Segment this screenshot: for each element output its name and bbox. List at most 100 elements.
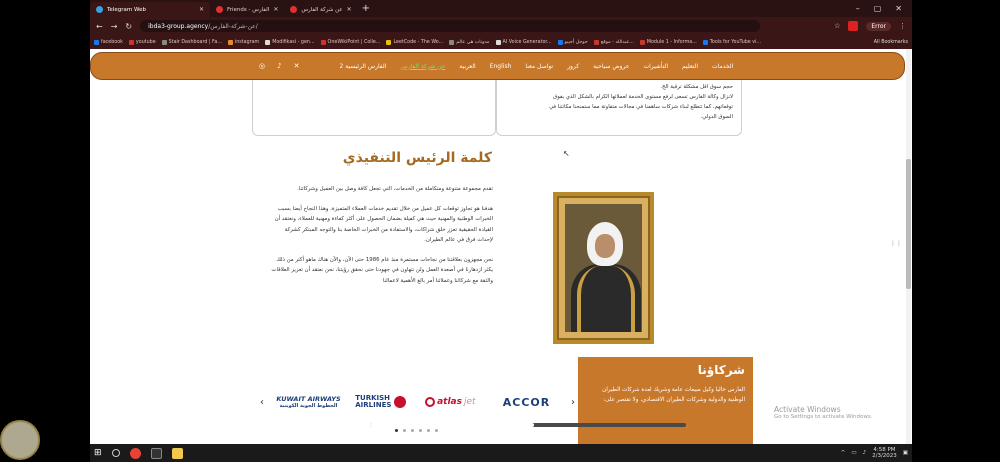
site-icon [449,39,455,45]
bookmark-item[interactable]: facebook [94,39,123,45]
about-line: توقعاتهم، كما تتطلع لبناء شركات ساهمنا ف… [549,104,733,110]
atlasjet-logo: atlas jet [419,387,482,417]
all-bookmarks-button[interactable]: All Bookmarks [874,40,908,45]
bookmark-item[interactable]: OneWikiPoint | Colle... [320,39,380,45]
nav-item[interactable]: التعليم [682,63,698,70]
carousel-prev-icon[interactable]: ‹ [260,397,264,408]
nav-item[interactable]: كروز [567,63,579,70]
carousel-dot[interactable] [411,429,414,432]
nav-item[interactable]: عروض سياحية [593,63,629,70]
menu-icon[interactable]: ⋮ [899,22,906,30]
site-icon [495,39,501,45]
bookmark-item[interactable]: عبدالله - موقع... [593,39,634,45]
carousel-dots [395,429,438,432]
carousel-dot[interactable] [403,429,406,432]
extension-icon[interactable] [848,21,859,31]
profile-error-button[interactable]: Error [866,21,891,31]
logo-text: ACCOR [502,395,551,409]
toolbar-right: ☆ Error ⋮ [834,21,906,31]
star-icon[interactable]: ☆ [834,22,840,30]
portrait-trim [577,266,635,332]
bookmark-item[interactable]: مدونات هي عالم [449,39,490,45]
bookmark-item[interactable]: instagram [227,39,259,45]
page-scrollbar[interactable] [906,49,911,444]
tab-telegram[interactable]: Telegram Web ✕ [90,2,210,17]
portrait-image [565,204,642,332]
tiktok-icon[interactable]: ♪ [277,62,281,70]
leetcode-icon [386,39,392,45]
screen: Telegram Web ✕ Friends - الفارس ✕ عن شرك… [90,0,912,462]
windows-start-icon[interactable]: ⊞ [94,448,102,458]
logo-text: atlas [437,397,462,407]
left-letterbox [0,0,90,462]
site-navbar: ◎ ♪ ✕ الفارس الرئيسية 2 عن شركة الفارس ا… [90,52,905,80]
network-icon[interactable]: ▭ [851,450,856,456]
bookmark-item[interactable]: Stair Dashboard | Fa... [161,39,222,45]
turkish-bird-icon [394,396,407,408]
bookmark-item[interactable]: Modifikasi - gen... [265,39,315,45]
chevron-up-icon[interactable]: ^ [841,450,846,456]
video-progress-fill [370,423,535,427]
bookmark-label: Tools for YouTube vi... [709,39,762,45]
about-card-left [252,80,496,136]
twitter-icon[interactable]: ✕ [294,62,300,70]
close-icon[interactable]: ✕ [347,6,352,13]
notification-icon[interactable]: ▣ [903,450,908,456]
bookmark-item[interactable]: Module 1 - Informa... [639,39,697,45]
volume-icon[interactable]: ♪ [863,450,867,456]
bookmark-label: جوجل أجيبو [564,39,588,45]
new-tab-button[interactable]: + [362,3,370,14]
logo-text: KUWAIT AIRWAYS [276,395,341,403]
nav-item-current[interactable]: عن شركة الفارس [400,63,445,70]
carousel-next-icon[interactable]: › [571,397,575,408]
forward-icon[interactable]: → [111,22,118,31]
folder-icon[interactable] [171,447,183,459]
chrome-icon[interactable] [129,447,141,459]
tab-friends[interactable]: Friends - الفارس ✕ [210,2,284,17]
nav-item[interactable]: العربية [459,63,475,70]
portrait-face [595,234,615,258]
carousel-dot[interactable] [427,429,430,432]
carousel-dot[interactable] [395,429,398,432]
nav-item[interactable]: الخدمات [712,63,733,70]
nav-item[interactable]: English [490,63,512,70]
nav-item[interactable]: الفارس الرئيسية 2 [339,63,386,70]
clock[interactable]: 4:58 PM 2/3/2023 [872,447,897,459]
drag-handle-icon[interactable]: ⋮⋮ [890,240,902,252]
url-field[interactable]: ibda3-group.agency/عن-شركة-الفارس/ [140,20,761,32]
scrollbar-thumb[interactable] [906,159,911,289]
system-tray: ^ ▭ ♪ 4:58 PM 2/3/2023 ▣ [841,447,908,459]
bookmark-item[interactable]: جوجل أجيبو [557,39,588,45]
turkish-airlines-logo: TURKISH AIRLINES [353,387,409,417]
instagram-icon[interactable]: ◎ [259,62,265,70]
minimize-icon[interactable]: – [856,4,860,13]
close-icon[interactable]: ✕ [273,6,278,13]
maximize-icon[interactable]: ▢ [874,4,882,13]
carousel-dot[interactable] [435,429,438,432]
back-icon[interactable]: ← [96,22,103,31]
carousel-dot[interactable] [419,429,422,432]
nav-item[interactable]: تواصل معنا [525,63,553,70]
windows-taskbar: ⊞ ^ ▭ ♪ 4:58 PM 2/3/2023 ▣ [90,444,912,462]
close-window-icon[interactable]: ✕ [895,4,902,13]
partners-text: الفارس حاليا وكيل مبيعات عامة وشريك لعدة… [602,387,745,403]
nav-menu: الفارس الرئيسية 2 عن شركة الفارس العربية… [339,63,733,70]
app-icon[interactable] [150,447,162,459]
video-progress-bar[interactable] [370,423,686,427]
reload-icon[interactable]: ↻ [125,22,132,31]
site-icon [557,39,563,45]
partners-heading: شركاؤنا [697,363,745,377]
search-icon[interactable] [111,449,120,457]
bookmark-item[interactable]: LeetCode - The Wo... [386,39,444,45]
bookmark-item[interactable]: youtube [128,39,156,45]
bookmark-item[interactable]: AI Voice Generator... [495,39,552,45]
close-icon[interactable]: ✕ [199,6,204,13]
nav-item[interactable]: التأشيرات [643,63,668,70]
tab-about[interactable]: عن شركة الفارس ✕ [284,2,357,17]
exec-paragraph: هدفنا هو تجاوز توقعات كل عميل من خلال تق… [274,205,493,244]
bookmark-item[interactable]: Tools for YouTube vi... [702,39,762,45]
bookmark-label: LeetCode - The Wo... [393,39,444,45]
site-icon [216,6,223,13]
atlas-ring-icon [425,397,436,407]
tab-title: Telegram Web [107,6,146,13]
